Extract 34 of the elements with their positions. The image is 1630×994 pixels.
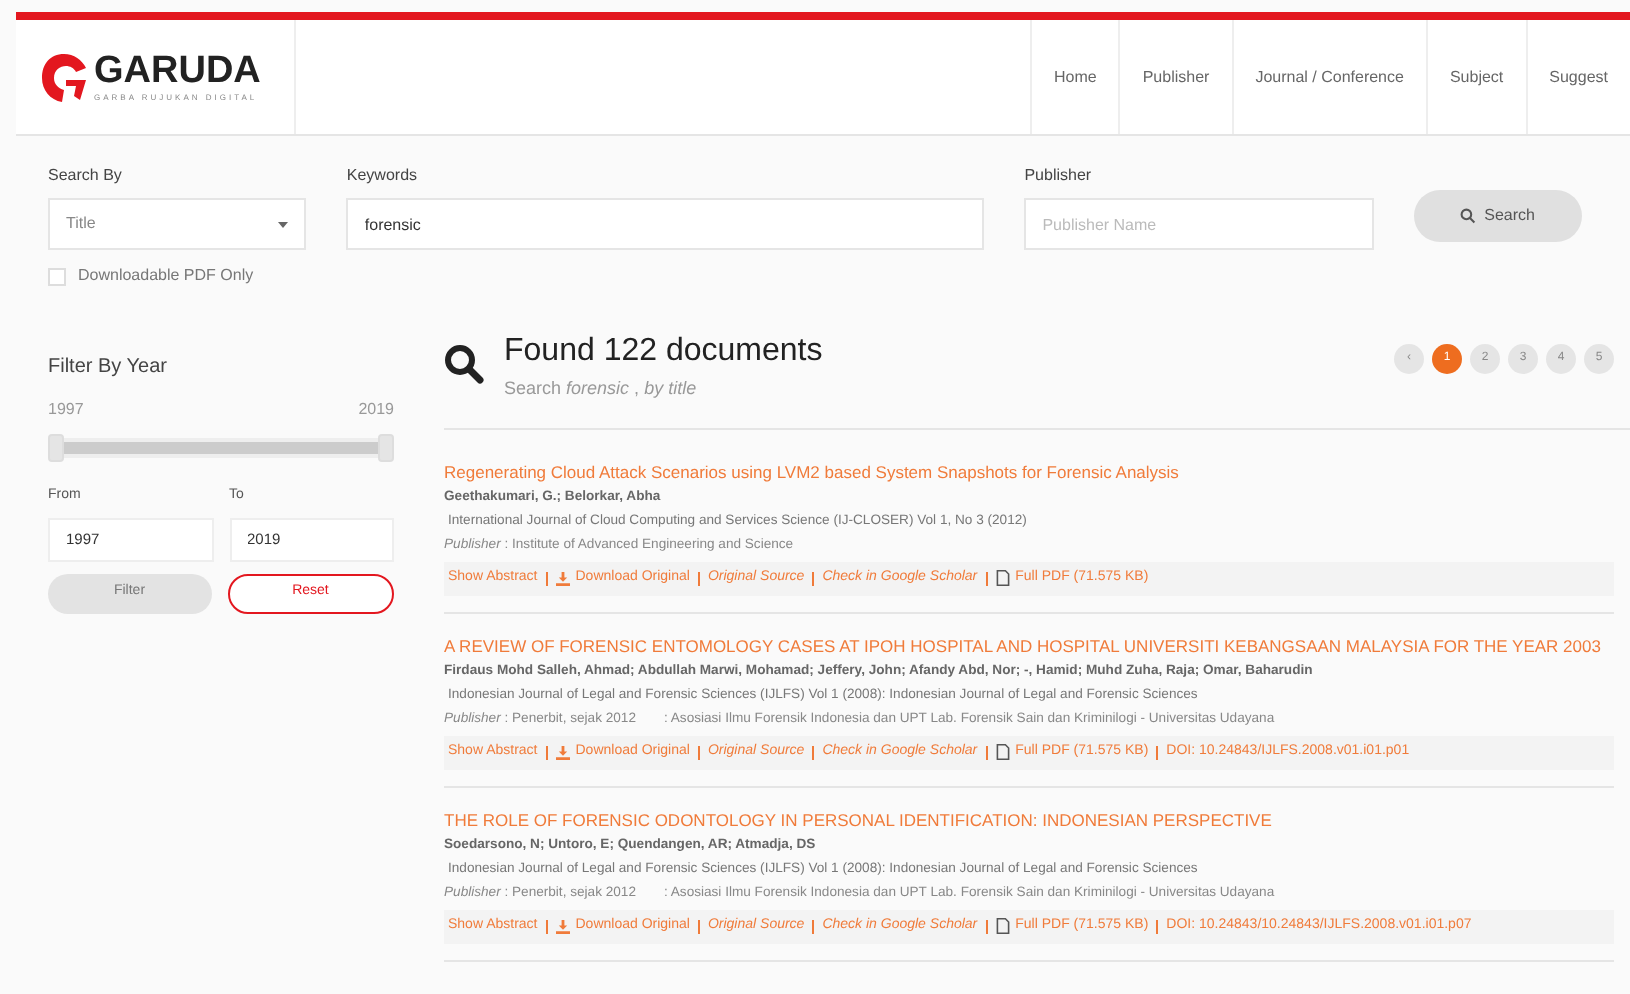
search-icon — [1460, 208, 1477, 224]
max-year-label: 2019 — [358, 398, 394, 422]
filter-title: Filter By Year — [48, 354, 169, 382]
search-button[interactable]: Search — [1413, 190, 1582, 242]
slider-handle[interactable] — [378, 434, 394, 462]
result-title[interactable]: A REVIEW OF FORENSIC ENTOMOLOGY CASES AT IPOH HOSPITAL AND HOSPITAL UNIVERSITI KEBANGSAAN MALAYSIA FOR THE YEAR 2003 — [444, 633, 1614, 658]
field-label: Keywords — [346, 164, 420, 188]
result-title[interactable]: Regenerating Cloud Attack Scenarios using LVM2 based System Snapshots for Forensic Analysis — [444, 459, 1614, 483]
min-year-label: 1997 — [48, 398, 84, 422]
logo-wordmark: GARUDA — [94, 51, 261, 91]
document-icon — [995, 570, 1010, 587]
nav-link[interactable]: Publisher — [1118, 20, 1232, 134]
search-icon — [444, 344, 484, 384]
result-title[interactable]: THE ROLE OF FORENSIC ODONTOLOGY IN PERSONAL IDENTIFICATION: INDONESIAN PERSPECTIVE — [444, 807, 1614, 832]
results-heading: Found 122 documents — [504, 332, 823, 372]
field-label: Search By — [48, 164, 124, 188]
download-icon — [555, 745, 570, 760]
download-icon — [555, 919, 570, 934]
nav-link[interactable]: Suggest — [1525, 20, 1630, 134]
search-by-dropdown[interactable]: Title — [48, 198, 307, 250]
slider-handle[interactable] — [48, 434, 64, 462]
nav-link[interactable]: Home — [1029, 20, 1119, 134]
keywords-field[interactable]: forensic — [346, 198, 985, 250]
document-icon — [995, 744, 1010, 761]
caret-icon — [278, 221, 289, 227]
nav-link[interactable]: Subject — [1425, 20, 1526, 134]
download-icon — [555, 571, 570, 586]
field-label: Publisher — [1024, 164, 1094, 188]
results-subtitle: Search forensic , by title — [504, 376, 699, 402]
pdf-only-checkbox[interactable] — [48, 267, 66, 285]
nav-link[interactable]: Journal / Conference — [1231, 20, 1426, 134]
checkbox-label: Downloadable PDF Only — [78, 264, 254, 288]
document-icon — [995, 918, 1010, 935]
publisher-field[interactable]: Publisher Name — [1024, 198, 1374, 250]
